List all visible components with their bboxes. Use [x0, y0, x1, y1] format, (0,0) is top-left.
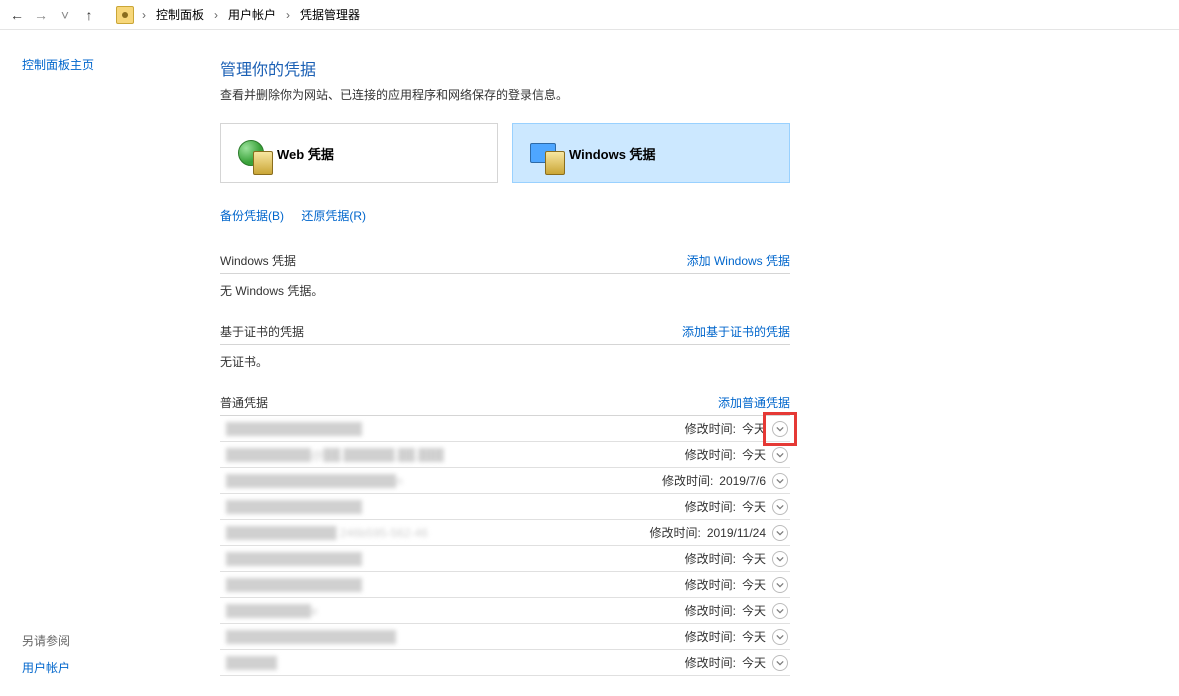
credential-row[interactable]: █████████████ 246b595-562-46修改时间: 2019/1… — [220, 520, 790, 546]
modified-date: 今天 — [742, 654, 766, 671]
credential-name: █████████████ 246b595-562-46 — [226, 526, 649, 540]
credential-name: ██████ — [226, 656, 685, 670]
modified-date: 今天 — [742, 420, 766, 437]
credential-row[interactable]: ████████████████修改时间: 今天 — [220, 572, 790, 598]
main-content: 管理你的凭据 查看并删除你为网站、已连接的应用程序和网络保存的登录信息。 Web… — [200, 38, 820, 696]
windows-creds-section-header: Windows 凭据 添加 Windows 凭据 — [220, 246, 790, 274]
address-bar: ← → ˅ ↑ › 控制面板 › 用户帐户 › 凭据管理器 — [0, 0, 1179, 30]
modified-label: 修改时间: — [685, 498, 736, 515]
control-panel-icon — [116, 6, 134, 24]
credential-name: ████████████████ — [226, 500, 685, 514]
cert-creds-section-header: 基于证书的凭据 添加基于证书的凭据 — [220, 317, 790, 345]
expand-chevron-icon[interactable] — [772, 499, 788, 515]
windows-creds-title: Windows 凭据 — [220, 252, 296, 269]
credential-name: ██████████@██.██████.██.███ — [226, 448, 685, 462]
see-also-header: 另请参阅 — [22, 632, 200, 649]
generic-creds-section-header: 普通凭据 添加普通凭据 — [220, 388, 790, 416]
windows-creds-empty: 无 Windows 凭据。 — [220, 274, 790, 317]
chevron-right-icon: › — [140, 8, 148, 22]
modified-label: 修改时间: — [649, 524, 700, 541]
modified-date: 今天 — [742, 602, 766, 619]
modified-date: 2019/7/6 — [719, 474, 766, 488]
modified-label: 修改时间: — [685, 628, 736, 645]
generic-creds-title: 普通凭据 — [220, 394, 268, 411]
sidebar-home-link[interactable]: 控制面板主页 — [22, 58, 94, 72]
cert-creds-empty: 无证书。 — [220, 345, 790, 388]
credential-row[interactable]: ██████████e修改时间: 今天 — [220, 598, 790, 624]
breadcrumb-credential-manager[interactable]: 凭据管理器 — [298, 6, 362, 23]
expand-chevron-icon[interactable] — [772, 473, 788, 489]
credential-meta: 修改时间: 今天 — [685, 654, 788, 671]
credential-meta: 修改时间: 2019/7/6 — [662, 472, 788, 489]
credential-name: ████████████████████ — [226, 630, 685, 644]
credential-row[interactable]: ████████████████████修改时间: 今天 — [220, 624, 790, 650]
breadcrumb-control-panel[interactable]: 控制面板 — [154, 6, 206, 23]
recent-dropdown[interactable]: ˅ — [56, 6, 74, 24]
back-button[interactable]: ← — [8, 6, 26, 24]
modified-label: 修改时间: — [685, 446, 736, 463]
expand-chevron-icon[interactable] — [772, 577, 788, 593]
credential-name: ████████████████████n — [226, 474, 662, 488]
up-button[interactable]: ↑ — [80, 6, 98, 24]
backup-credentials-link[interactable]: 备份凭据(B) — [220, 209, 284, 223]
page-subtitle: 查看并删除你为网站、已连接的应用程序和网络保存的登录信息。 — [220, 86, 790, 103]
windows-credentials-tile[interactable]: Windows 凭据 — [512, 123, 790, 183]
credential-meta: 修改时间: 今天 — [685, 420, 788, 437]
credential-meta: 修改时间: 今天 — [685, 498, 788, 515]
expand-chevron-icon[interactable] — [772, 421, 788, 437]
credential-name: ████████████████ — [226, 422, 685, 436]
expand-chevron-icon[interactable] — [772, 551, 788, 567]
credential-row[interactable]: ██████修改时间: 今天 — [220, 650, 790, 676]
credential-meta: 修改时间: 今天 — [685, 550, 788, 567]
modified-date: 今天 — [742, 628, 766, 645]
add-generic-credential-link[interactable]: 添加普通凭据 — [718, 394, 790, 411]
add-cert-credential-link[interactable]: 添加基于证书的凭据 — [682, 323, 790, 340]
expand-chevron-icon[interactable] — [772, 447, 788, 463]
modified-date: 今天 — [742, 498, 766, 515]
web-credentials-tile[interactable]: Web 凭据 — [220, 123, 498, 183]
windows-credentials-label: Windows 凭据 — [569, 144, 656, 163]
credential-row[interactable]: ████████████████修改时间: 今天 — [220, 494, 790, 520]
modified-date: 今天 — [742, 550, 766, 567]
modified-label: 修改时间: — [685, 550, 736, 567]
expand-chevron-icon[interactable] — [772, 525, 788, 541]
credential-meta: 修改时间: 2019/11/24 — [649, 524, 788, 541]
credential-name: ██████████e — [226, 604, 685, 618]
add-windows-credential-link[interactable]: 添加 Windows 凭据 — [687, 252, 790, 269]
expand-chevron-icon[interactable] — [772, 655, 788, 671]
credential-name: ████████████████ — [226, 552, 685, 566]
web-credentials-label: Web 凭据 — [277, 144, 334, 163]
credential-meta: 修改时间: 今天 — [685, 446, 788, 463]
modified-date: 今天 — [742, 446, 766, 463]
generic-credentials-list: ████████████████修改时间: 今天██████████@██.██… — [220, 416, 790, 676]
chevron-right-icon: › — [284, 8, 292, 22]
credential-row[interactable]: ████████████████修改时间: 今天 — [220, 416, 790, 442]
cert-creds-title: 基于证书的凭据 — [220, 323, 304, 340]
globe-safe-icon — [231, 133, 271, 173]
chevron-right-icon: › — [212, 8, 220, 22]
modified-label: 修改时间: — [685, 602, 736, 619]
credential-row[interactable]: ████████████████████n修改时间: 2019/7/6 — [220, 468, 790, 494]
modified-date: 今天 — [742, 576, 766, 593]
credential-meta: 修改时间: 今天 — [685, 602, 788, 619]
page-title: 管理你的凭据 — [220, 56, 790, 80]
restore-credentials-link[interactable]: 还原凭据(R) — [301, 209, 366, 223]
monitor-safe-icon — [523, 133, 563, 173]
modified-label: 修改时间: — [685, 576, 736, 593]
breadcrumb-user-accounts[interactable]: 用户帐户 — [226, 6, 278, 23]
credential-row[interactable]: ████████████████修改时间: 今天 — [220, 546, 790, 572]
credential-name: ████████████████ — [226, 578, 685, 592]
credential-meta: 修改时间: 今天 — [685, 628, 788, 645]
modified-label: 修改时间: — [662, 472, 713, 489]
modified-label: 修改时间: — [685, 654, 736, 671]
expand-chevron-icon[interactable] — [772, 603, 788, 619]
forward-button[interactable]: → — [32, 6, 50, 24]
modified-date: 2019/11/24 — [707, 526, 766, 540]
sidebar-user-accounts-link[interactable]: 用户帐户 — [22, 661, 70, 675]
credential-row[interactable]: ██████████@██.██████.██.███修改时间: 今天 — [220, 442, 790, 468]
sidebar: 控制面板主页 另请参阅 用户帐户 — [0, 38, 200, 696]
credential-meta: 修改时间: 今天 — [685, 576, 788, 593]
expand-chevron-icon[interactable] — [772, 629, 788, 645]
modified-label: 修改时间: — [685, 420, 736, 437]
